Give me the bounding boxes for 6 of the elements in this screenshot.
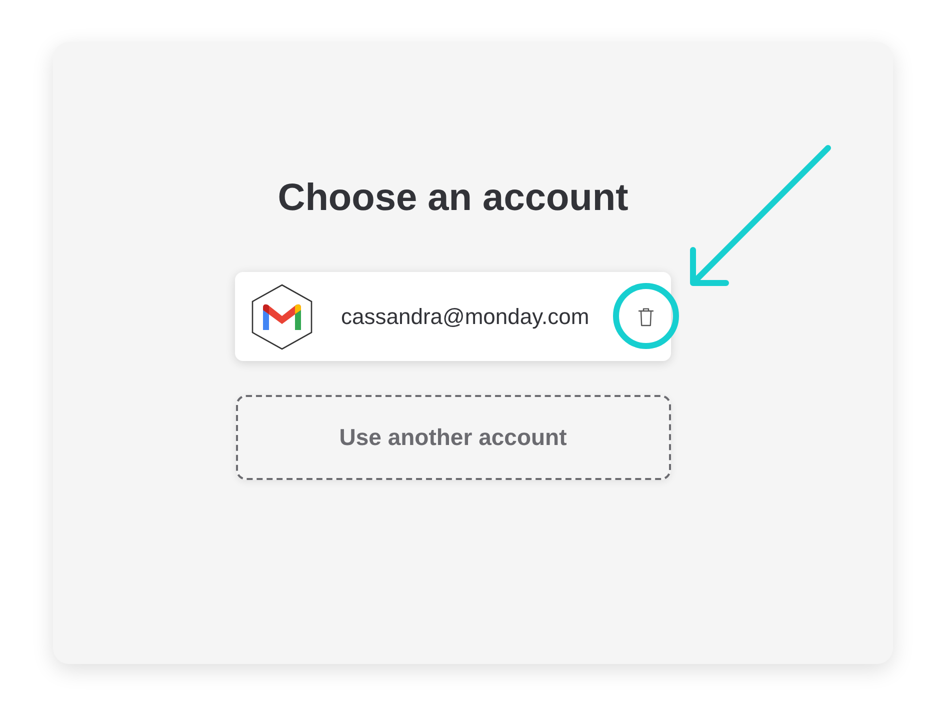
- page-title: Choose an account: [278, 176, 628, 221]
- account-row[interactable]: cassandra@monday.com: [235, 272, 671, 361]
- trash-icon: [638, 306, 654, 326]
- hexagon-m-logo-icon: [251, 284, 313, 350]
- account-email: cassandra@monday.com: [341, 304, 590, 330]
- use-another-account-button[interactable]: Use another account: [236, 395, 670, 480]
